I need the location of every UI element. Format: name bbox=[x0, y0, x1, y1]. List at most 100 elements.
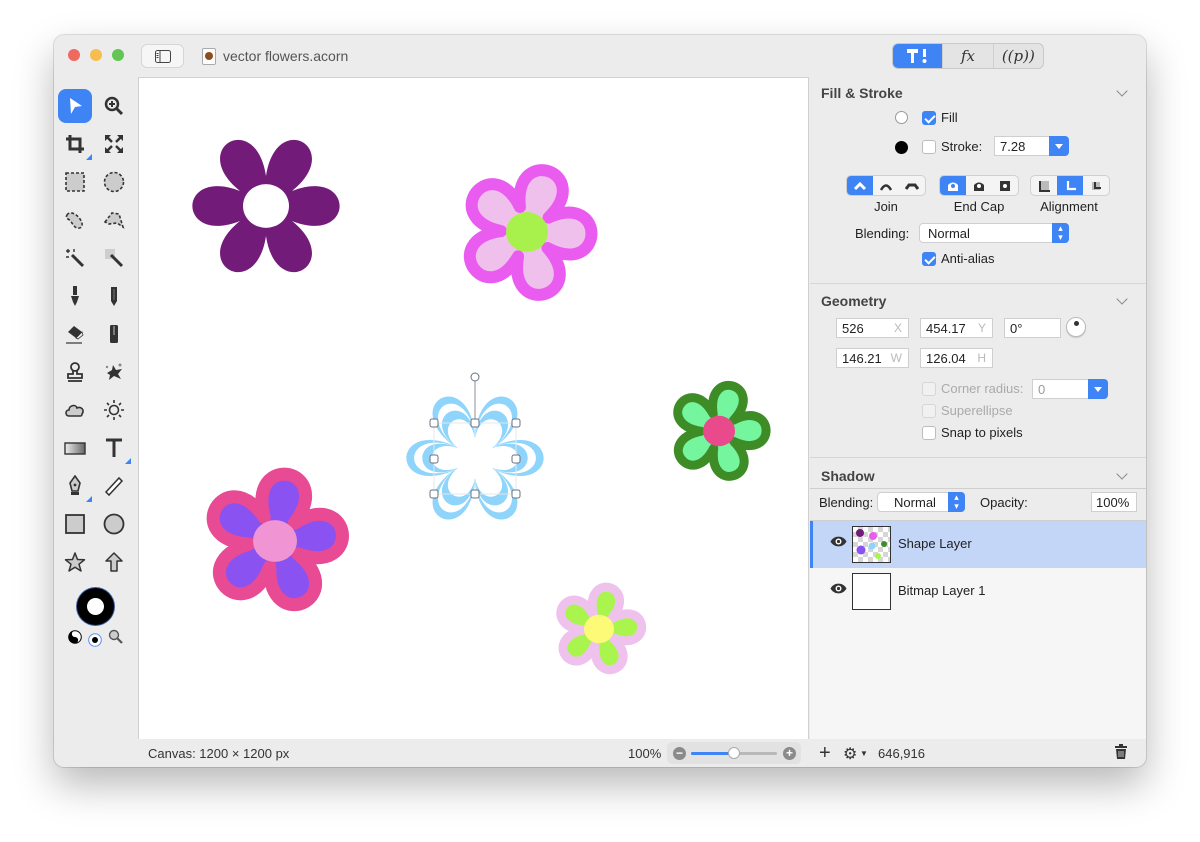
zoom-in-button[interactable]: + bbox=[783, 747, 796, 760]
join-bevel-option[interactable] bbox=[899, 176, 925, 195]
opacity-input[interactable]: 100% bbox=[1091, 492, 1137, 512]
resize-handle[interactable] bbox=[511, 489, 521, 499]
antialias-checkbox[interactable] bbox=[922, 252, 936, 266]
tool-brush[interactable] bbox=[58, 279, 92, 313]
zoom-out-button[interactable]: − bbox=[673, 747, 686, 760]
width-input[interactable]: 146.21 W bbox=[836, 348, 909, 368]
fill-stroke-collapse-chevron-icon[interactable] bbox=[1116, 85, 1128, 97]
tool-crop[interactable] bbox=[58, 127, 92, 161]
rect-marquee-icon bbox=[65, 172, 85, 192]
resize-handle[interactable] bbox=[429, 418, 439, 428]
pink-five-petal-center[interactable] bbox=[506, 212, 548, 252]
snap-to-pixels-checkbox[interactable] bbox=[922, 426, 936, 440]
corner-radius-checkbox[interactable] bbox=[922, 382, 936, 396]
zoom-slider[interactable] bbox=[691, 747, 777, 759]
layer-row-shape[interactable]: Shape Layer bbox=[810, 521, 1146, 568]
resize-handle[interactable] bbox=[511, 418, 521, 428]
tab-plugins[interactable]: ((p)) bbox=[992, 44, 1043, 68]
tool-oval[interactable] bbox=[97, 507, 131, 541]
tool-select[interactable] bbox=[58, 89, 92, 123]
resize-handle[interactable] bbox=[511, 454, 521, 464]
layer-blending-popup[interactable]: Normal ▴ ▾ bbox=[877, 492, 965, 512]
fill-color-swatch[interactable] bbox=[87, 598, 104, 615]
zoom-window-button[interactable] bbox=[112, 49, 124, 61]
rotation-dial[interactable] bbox=[1066, 317, 1086, 337]
height-input[interactable]: 126.04 H bbox=[920, 348, 993, 368]
tool-rect-select[interactable] bbox=[58, 165, 92, 199]
fill-checkbox[interactable] bbox=[922, 111, 936, 125]
alignment-inside-option[interactable] bbox=[1031, 176, 1057, 195]
stroke-width-dropdown-button[interactable] bbox=[1049, 136, 1069, 156]
resize-handle[interactable] bbox=[429, 489, 439, 499]
canvas-artwork[interactable] bbox=[139, 78, 810, 740]
shadow-collapse-chevron-icon[interactable] bbox=[1116, 468, 1128, 480]
endcap-round-option[interactable] bbox=[966, 176, 992, 195]
green-five-petal-center[interactable] bbox=[703, 415, 735, 447]
endcap-butt-option[interactable] bbox=[940, 176, 966, 195]
resize-handle[interactable] bbox=[470, 489, 480, 499]
add-layer-button[interactable]: + bbox=[819, 742, 831, 765]
stroke-width-input[interactable]: 7.28 bbox=[994, 136, 1051, 156]
corner-radius-dropdown-button[interactable] bbox=[1088, 379, 1108, 399]
lime-five-petal-center[interactable] bbox=[584, 614, 614, 644]
zoom-slider-knob[interactable] bbox=[728, 747, 740, 759]
tool-eraser[interactable] bbox=[58, 317, 92, 351]
tool-pen[interactable] bbox=[58, 469, 92, 503]
tool-polygon-lasso[interactable] bbox=[97, 203, 131, 237]
resize-handle[interactable] bbox=[470, 418, 480, 428]
canvas[interactable] bbox=[138, 77, 809, 739]
fill-color-swatch[interactable] bbox=[895, 111, 908, 124]
tool-smudge[interactable] bbox=[97, 355, 131, 389]
eye-visible-icon[interactable] bbox=[830, 583, 847, 594]
tool-pencil[interactable] bbox=[97, 279, 131, 313]
geometry-collapse-chevron-icon[interactable] bbox=[1116, 293, 1128, 305]
color-picker-magnifier-icon[interactable] bbox=[108, 629, 124, 645]
superellipse-checkbox[interactable] bbox=[922, 404, 936, 418]
x-position-input[interactable]: 526 X bbox=[836, 318, 909, 338]
tool-instant-alpha[interactable] bbox=[97, 241, 131, 275]
eye-visible-icon[interactable] bbox=[830, 536, 847, 547]
close-window-button[interactable] bbox=[68, 49, 80, 61]
stroke-fill-color-well[interactable] bbox=[77, 588, 114, 625]
purple-five-petal-center[interactable] bbox=[253, 520, 297, 562]
tab-filters[interactable]: fx bbox=[942, 44, 992, 68]
blending-popup[interactable]: Normal ▴ ▾ bbox=[919, 223, 1069, 243]
tool-text[interactable] bbox=[97, 431, 131, 465]
swap-colors-icon[interactable] bbox=[68, 630, 82, 644]
resize-handle[interactable] bbox=[429, 454, 439, 464]
join-round-option[interactable] bbox=[873, 176, 899, 195]
trash-icon[interactable] bbox=[1114, 744, 1128, 760]
tool-zoom[interactable] bbox=[97, 89, 131, 123]
endcap-square-option[interactable] bbox=[992, 176, 1018, 195]
stroke-checkbox[interactable] bbox=[922, 140, 936, 154]
rotation-handle[interactable] bbox=[470, 372, 480, 382]
tool-ellipse-select[interactable] bbox=[97, 165, 131, 199]
tool-star[interactable] bbox=[58, 545, 92, 579]
layer-actions-gear-icon[interactable]: ⚙ bbox=[843, 744, 857, 764]
purple-six-petal-center[interactable] bbox=[243, 184, 289, 228]
tool-arrow[interactable] bbox=[97, 545, 131, 579]
shadow-heading: Shadow bbox=[821, 468, 875, 484]
tool-dodge[interactable] bbox=[97, 393, 131, 427]
tab-tools[interactable] bbox=[893, 44, 943, 68]
tool-fill[interactable] bbox=[97, 317, 131, 351]
alignment-center-option[interactable] bbox=[1057, 176, 1083, 195]
layer-row-bitmap[interactable]: Bitmap Layer 1 bbox=[810, 568, 1146, 615]
tool-magic-wand[interactable] bbox=[58, 241, 92, 275]
tool-line[interactable] bbox=[97, 469, 131, 503]
alignment-outside-option[interactable] bbox=[1083, 176, 1109, 195]
sidebar-toggle-button[interactable] bbox=[141, 44, 184, 68]
rotation-input[interactable]: 0° bbox=[1004, 318, 1061, 338]
minimize-window-button[interactable] bbox=[90, 49, 102, 61]
corner-radius-input[interactable]: 0 bbox=[1032, 379, 1090, 399]
tool-transform[interactable] bbox=[97, 127, 131, 161]
default-colors-icon[interactable] bbox=[88, 633, 102, 647]
tool-clone[interactable] bbox=[58, 355, 92, 389]
tool-burn[interactable] bbox=[58, 393, 92, 427]
y-position-input[interactable]: 454.17 Y bbox=[920, 318, 993, 338]
tool-gradient[interactable] bbox=[58, 431, 92, 465]
stroke-color-swatch[interactable] bbox=[895, 141, 908, 154]
tool-lasso[interactable] bbox=[58, 203, 92, 237]
tool-rectangle[interactable] bbox=[58, 507, 92, 541]
join-miter-option[interactable] bbox=[847, 176, 873, 195]
